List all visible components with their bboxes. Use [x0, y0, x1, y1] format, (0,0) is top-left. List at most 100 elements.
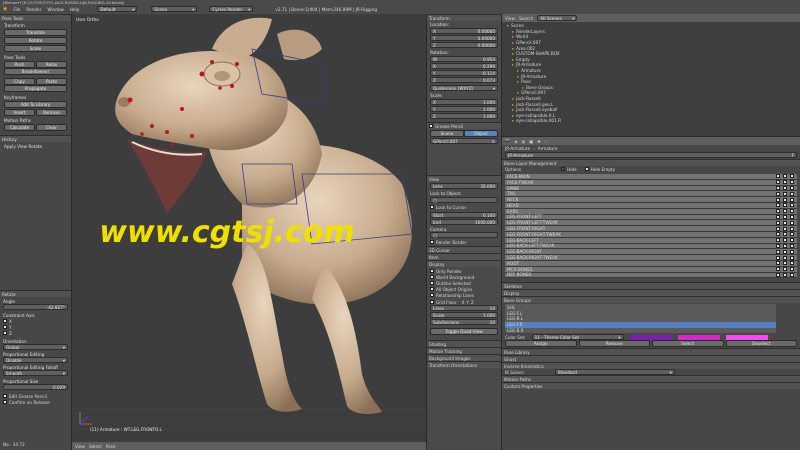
- layer-toggle-icon[interactable]: [776, 267, 780, 272]
- location-z-field[interactable]: Z 0.00000: [430, 42, 498, 48]
- scale-z-field[interactable]: Z 1.000: [430, 113, 498, 119]
- layer-toggle-icon[interactable]: [776, 174, 780, 179]
- custom-props-section[interactable]: Custom Properties: [502, 382, 800, 390]
- bone-layer-row[interactable]: DEF BONES: [505, 272, 797, 279]
- menu-render[interactable]: Render: [26, 7, 41, 12]
- bg-images-section[interactable]: Background Images: [427, 354, 501, 361]
- scene-tab-icon[interactable]: ◈: [514, 139, 517, 144]
- clear-paths-button[interactable]: Clear: [36, 123, 67, 131]
- location-y-field[interactable]: Y 0.00000: [430, 35, 498, 41]
- layer-toggle-icon[interactable]: [790, 232, 794, 237]
- hide-checkbox[interactable]: [561, 167, 566, 171]
- layer-toggle-icon[interactable]: [783, 243, 787, 248]
- item-section[interactable]: Item: [427, 253, 501, 260]
- layer-toggle-icon[interactable]: [783, 220, 787, 225]
- toggle-quad-button[interactable]: Toggle Quad View: [430, 328, 498, 335]
- layer-toggle-icon[interactable]: [790, 197, 794, 202]
- tool-shelf-title[interactable]: Pose Tools: [0, 14, 71, 21]
- add-to-library-button[interactable]: Add To Library: [4, 101, 67, 108]
- edit-grease-checkbox[interactable]: [3, 394, 7, 398]
- layer-toggle-icon[interactable]: [790, 238, 794, 243]
- gp-object-tab[interactable]: Object: [464, 129, 498, 137]
- gp-layer-field[interactable]: GPencil.007 ✕: [430, 138, 498, 144]
- layer-toggle-icon[interactable]: [776, 203, 780, 208]
- layer-toggle-icon[interactable]: [783, 249, 787, 254]
- transform-section[interactable]: Transform: [427, 14, 501, 21]
- view-section[interactable]: View: [427, 175, 501, 182]
- layer-toggle-icon[interactable]: [790, 261, 794, 266]
- bone-layer-toggles[interactable]: [776, 203, 797, 208]
- cursor-3d-section[interactable]: 3D Cursor: [427, 246, 501, 253]
- rotation-mode-select[interactable]: Quaternion (WXYZ) ▾: [430, 85, 498, 91]
- layer-toggle-icon[interactable]: [790, 185, 794, 190]
- skeleton-section[interactable]: Skeleton: [502, 282, 800, 290]
- dog-model[interactable]: www.cgtsj.com: [72, 14, 426, 442]
- layer-toggle-icon[interactable]: [776, 232, 780, 237]
- lens-field[interactable]: Lens 35.000: [430, 183, 498, 189]
- bone-layer-toggles[interactable]: [776, 220, 797, 225]
- bone-group-row[interactable]: LEG-B.R: [505, 328, 776, 334]
- context-data[interactable]: Armature: [538, 146, 558, 151]
- grid-subdiv-field[interactable]: Subdivisions 10: [430, 319, 498, 325]
- translate-button[interactable]: Translate: [4, 29, 67, 36]
- rotation-w-field[interactable]: W 0.954: [430, 56, 498, 62]
- layer-toggle-icon[interactable]: [783, 203, 787, 208]
- ghost-section[interactable]: Ghost: [502, 355, 800, 363]
- ik-section[interactable]: Inverse Kinematics: [502, 362, 800, 370]
- history-section[interactable]: History: [0, 135, 71, 142]
- bone-layer-toggles[interactable]: [776, 197, 797, 202]
- layer-toggle-icon[interactable]: [790, 243, 794, 248]
- layer-toggle-icon[interactable]: [776, 261, 780, 266]
- axis-z-checkbox[interactable]: [3, 331, 7, 335]
- bone-layer-toggles[interactable]: [776, 261, 797, 266]
- layer-toggle-icon[interactable]: [776, 226, 780, 231]
- operator-title[interactable]: Rotate: [0, 290, 71, 297]
- layer-toggle-icon[interactable]: [790, 180, 794, 185]
- axis-x-checkbox[interactable]: [3, 319, 7, 323]
- layer-toggle-icon[interactable]: [776, 238, 780, 243]
- calculate-button[interactable]: Calculate: [4, 123, 35, 131]
- layer-toggle-icon[interactable]: [790, 272, 794, 277]
- menu-file[interactable]: File: [13, 7, 20, 12]
- pose-menu[interactable]: Pose: [106, 444, 116, 449]
- armature-tab-icon[interactable]: ✚: [537, 139, 541, 144]
- world-tab-icon[interactable]: ◍: [521, 139, 525, 144]
- clip-start-field[interactable]: Start 0.100: [430, 212, 498, 218]
- layer-toggle-icon[interactable]: [776, 185, 780, 190]
- layer-toggle-icon[interactable]: [790, 209, 794, 214]
- outline-selected-checkbox[interactable]: [430, 281, 434, 285]
- bone-layer-toggles[interactable]: [776, 243, 797, 248]
- shading-section[interactable]: Shading: [427, 340, 501, 347]
- layer-toggle-icon[interactable]: [790, 255, 794, 260]
- viewport[interactable]: User Ortho www.cgtsj.com (11) Armature:…: [72, 14, 426, 442]
- layer-toggle-icon[interactable]: [783, 209, 787, 214]
- object-tab-icon[interactable]: ▣: [529, 139, 533, 144]
- orientations-section[interactable]: Transform Orientations: [427, 361, 501, 368]
- scale-button[interactable]: Scale: [4, 45, 67, 52]
- propagate-button[interactable]: Propagate: [4, 85, 67, 92]
- remove-key-button[interactable]: Remove: [36, 108, 67, 116]
- layer-toggle-icon[interactable]: [783, 232, 787, 237]
- axis-y-checkbox[interactable]: [3, 325, 7, 329]
- layer-toggle-icon[interactable]: [776, 197, 780, 202]
- copy-button[interactable]: Copy: [4, 77, 35, 85]
- armature-name-field[interactable]: JR-Armature F: [505, 152, 797, 158]
- layer-toggle-icon[interactable]: [783, 191, 787, 196]
- bone-layer-toggles[interactable]: [776, 267, 797, 272]
- bone-layer-toggles[interactable]: [776, 255, 797, 260]
- falloff-select[interactable]: Smooth ▾: [3, 370, 68, 376]
- world-bg-checkbox[interactable]: [430, 275, 434, 279]
- deselect-group-button[interactable]: Deselect: [725, 339, 797, 347]
- layer-toggle-icon[interactable]: [776, 272, 780, 277]
- prop-size-field[interactable]: 0.029: [3, 384, 68, 390]
- layer-toggle-icon[interactable]: [776, 191, 780, 196]
- context-armature[interactable]: JR-Armature: [505, 146, 530, 151]
- display-props-section[interactable]: Display: [502, 289, 800, 297]
- blender-icon[interactable]: ◉: [3, 6, 7, 12]
- location-x-field[interactable]: X 0.00000: [430, 28, 498, 34]
- layer-toggle-icon[interactable]: [783, 238, 787, 243]
- relax-button[interactable]: Relax: [36, 60, 67, 68]
- layer-toggle-icon[interactable]: [790, 191, 794, 196]
- layer-toggle-icon[interactable]: [776, 180, 780, 185]
- menu-window[interactable]: Window: [47, 7, 64, 12]
